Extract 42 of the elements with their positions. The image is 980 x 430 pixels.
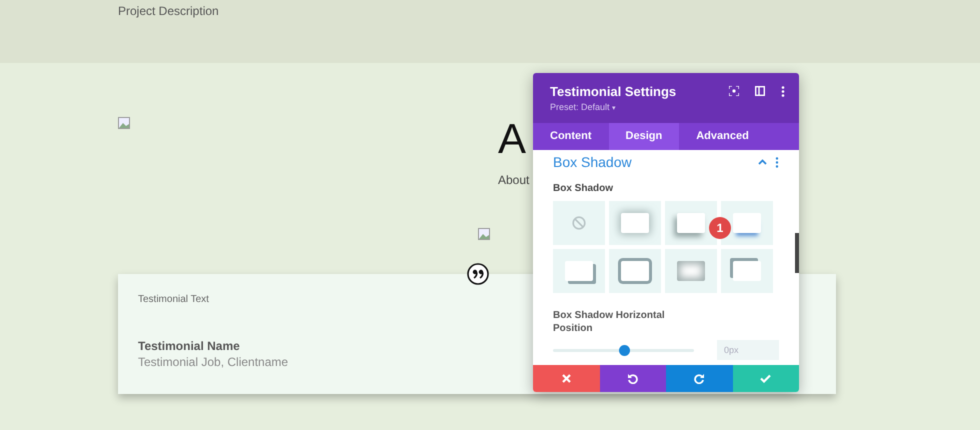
undo-icon (627, 373, 638, 384)
project-description: Project Description (118, 4, 219, 18)
more-icon[interactable] (775, 156, 779, 168)
redo-icon (694, 373, 705, 384)
shadow-option[interactable] (609, 249, 661, 293)
section-title[interactable]: Box Shadow (553, 154, 750, 170)
shadow-preview-icon (677, 213, 705, 233)
broken-image-icon (118, 117, 130, 129)
about-text: About (498, 173, 530, 187)
shadow-preview-icon (565, 261, 593, 281)
testimonial-job: Testimonial Job, Clientname (138, 355, 288, 369)
no-shadow-icon (572, 216, 586, 230)
tab[interactable]: Design (608, 123, 680, 150)
field-label: Box Shadow (553, 183, 614, 194)
shadow-preview-icon (621, 213, 649, 233)
tab[interactable]: Advanced (679, 123, 766, 150)
testimonial-name: Testimonial Name (138, 339, 240, 353)
check-icon (760, 374, 772, 383)
shadow-option[interactable] (665, 201, 717, 245)
panel-title: Testimonial Settings (550, 84, 676, 99)
slider-label: Box Shadow Horizontal Position (553, 309, 666, 335)
heading: A (498, 115, 526, 163)
more-icon[interactable] (781, 86, 785, 96)
scrollbar-thumb[interactable] (795, 233, 799, 273)
tab[interactable]: Content (533, 123, 609, 150)
testimonial-text: Testimonial Text (138, 294, 209, 305)
broken-image-icon (478, 228, 490, 240)
shadow-preview-icon (621, 261, 649, 281)
shadow-option[interactable] (721, 249, 773, 293)
focus-icon[interactable] (729, 86, 739, 96)
shadow-option[interactable] (721, 201, 773, 245)
layout-icon[interactable] (755, 86, 765, 96)
quote-icon (467, 263, 489, 285)
close-icon (562, 374, 571, 383)
slider-thumb[interactable] (618, 344, 630, 356)
collapse-icon[interactable] (758, 159, 767, 165)
shadow-option[interactable] (553, 249, 605, 293)
shadow-preview-icon (733, 213, 761, 233)
shadow-preview-icon (677, 261, 705, 281)
undo-button[interactable] (600, 365, 666, 392)
shadow-preview-icon (733, 261, 761, 281)
redo-button[interactable] (666, 365, 732, 392)
